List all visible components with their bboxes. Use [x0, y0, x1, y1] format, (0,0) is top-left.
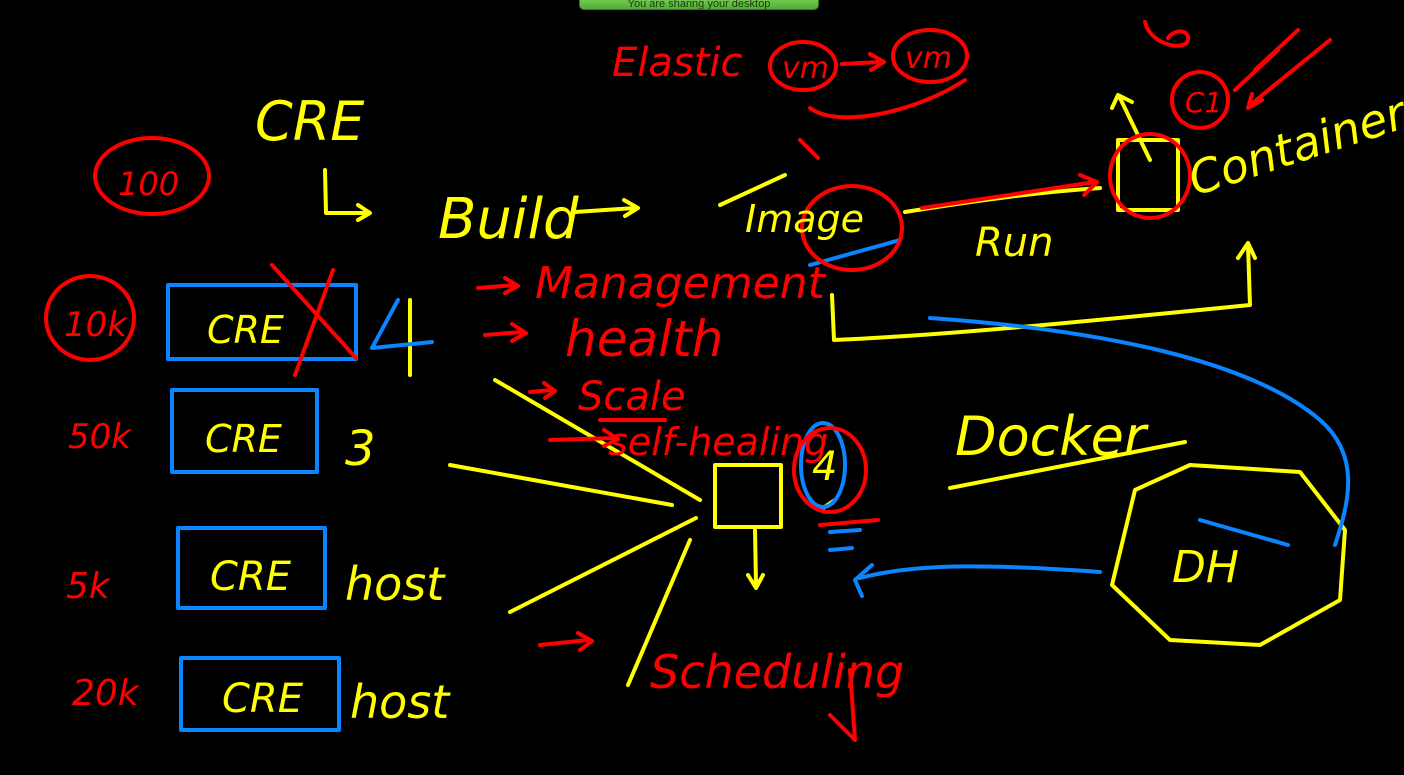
image-to-container-line	[903, 186, 1102, 214]
container-arrow-3	[1233, 48, 1280, 92]
cre-box-4-label: CRE	[222, 676, 304, 722]
c1-label: C1	[1185, 86, 1222, 119]
vm-label-1: vm	[782, 51, 829, 86]
run-label: Run	[975, 220, 1054, 266]
count-100: 100	[118, 165, 179, 203]
count-20k: 20k	[72, 673, 141, 714]
container-box	[1116, 138, 1180, 212]
whiteboard-canvas[interactable]: You are sharing your desktop CRE Build I…	[0, 0, 1404, 775]
radial-line-3	[508, 516, 698, 614]
cre-box-1-label: CRE	[207, 308, 284, 352]
host-label-2: host	[350, 675, 451, 729]
health-label: health	[565, 310, 723, 368]
self-healing-label: self-healing	[608, 420, 828, 464]
dockerhub-to-pod-arrow	[853, 563, 1102, 598]
vm-label-2: vm	[905, 41, 952, 76]
scheduling-label: Scheduling	[650, 645, 904, 699]
pod-side-mark	[828, 528, 862, 552]
scale-label: Scale	[578, 374, 686, 420]
cre-branch-arrow	[323, 168, 372, 222]
pod-box	[713, 463, 783, 529]
management-arrow	[476, 276, 520, 295]
cre-box-3-label: CRE	[210, 554, 292, 600]
scale-arrow	[528, 381, 557, 400]
container-arrow-2	[1246, 38, 1332, 110]
vm-underline-curve	[808, 78, 967, 120]
scheduling-arrow	[538, 631, 594, 652]
build-label: Build	[438, 187, 579, 252]
health-arrow	[483, 322, 528, 343]
elastic-label: Elastic	[612, 40, 743, 86]
count-50k: 50k	[68, 417, 132, 457]
dh-label: DH	[1172, 542, 1239, 593]
image-label: Image	[745, 197, 864, 241]
vm-arrow	[840, 52, 886, 72]
cre-title: CRE	[255, 90, 365, 153]
count-5k: 5k	[66, 566, 112, 607]
cre-box-2-label: CRE	[205, 417, 282, 461]
image-top-tick	[798, 138, 820, 160]
count-10k: 10k	[64, 305, 128, 345]
management-label: Management	[535, 258, 827, 309]
build-to-image-arrow	[573, 198, 640, 218]
host-label-1: host	[345, 557, 446, 611]
whiteboard-drawing: CRE Build Image Run Container Docker DH …	[44, 20, 1404, 742]
top-scribble	[1143, 20, 1191, 48]
docker-label: Docker	[955, 405, 1149, 468]
number-3: 3	[345, 421, 376, 477]
radial-line-2	[448, 463, 674, 507]
pod-red-underline	[818, 518, 880, 527]
pod-down-arrow	[746, 528, 765, 590]
